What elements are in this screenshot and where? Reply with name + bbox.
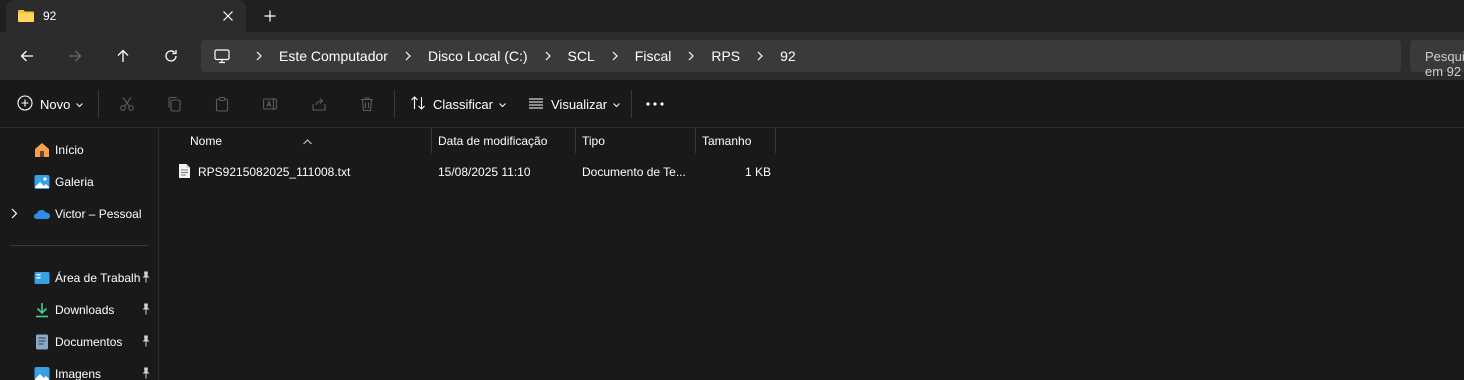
pictures-icon xyxy=(33,365,51,380)
column-header-name[interactable]: Nome xyxy=(160,128,432,153)
navigation-pane: Início Galeria Victor – Pessoal Área de … xyxy=(0,128,159,380)
copy-icon[interactable] xyxy=(166,94,182,114)
search-input[interactable]: Pesquisar em 92 xyxy=(1410,40,1464,79)
divider xyxy=(631,90,632,118)
chevron-right-icon[interactable] xyxy=(677,51,705,61)
sidebar-item-imagens[interactable]: Imagens xyxy=(0,362,158,380)
close-tab-icon[interactable] xyxy=(218,6,238,26)
command-bar: Novo Classificar Visualizar xyxy=(0,80,1464,128)
column-label: Tamanho xyxy=(702,134,752,148)
crumb-fiscal[interactable]: Fiscal xyxy=(629,48,678,64)
column-label: Tipo xyxy=(582,134,605,148)
home-icon xyxy=(33,141,51,159)
file-type: Documento de Te... xyxy=(582,165,686,179)
crumb-rps[interactable]: RPS xyxy=(705,48,746,64)
view-label: Visualizar xyxy=(551,96,608,112)
up-arrow-icon[interactable] xyxy=(111,44,135,68)
chevron-down-icon xyxy=(499,97,506,111)
desktop-icon xyxy=(33,269,51,287)
file-size: 1 KB xyxy=(745,165,772,179)
delete-icon[interactable] xyxy=(359,94,375,114)
sort-button[interactable]: Classificar xyxy=(410,94,506,114)
crumb-scl[interactable]: SCL xyxy=(562,48,601,64)
title-bar: 92 xyxy=(0,0,1464,32)
back-arrow-icon[interactable] xyxy=(15,44,39,68)
search-placeholder: Pesquisar em 92 xyxy=(1425,49,1464,79)
more-options-icon[interactable] xyxy=(646,94,664,114)
share-icon[interactable] xyxy=(311,94,327,114)
column-header-modified[interactable]: Data de modificação xyxy=(432,128,575,153)
address-bar[interactable]: Este Computador Disco Local (C:) SCL Fis… xyxy=(201,40,1401,72)
file-row[interactable]: RPS9215082025_111008.txt 15/08/2025 11:1… xyxy=(174,161,794,183)
paste-icon[interactable] xyxy=(214,94,230,114)
sidebar-item-documentos[interactable]: Documentos xyxy=(0,330,158,354)
new-button[interactable]: Novo xyxy=(17,94,84,114)
column-header-size[interactable]: Tamanho xyxy=(696,128,775,153)
chevron-down-icon xyxy=(613,97,620,111)
tab-title: 92 xyxy=(43,9,57,23)
sidebar-item-onedrive[interactable]: Victor – Pessoal xyxy=(0,202,158,226)
chevron-right-icon[interactable] xyxy=(394,51,422,61)
plus-circle-icon xyxy=(17,94,33,114)
new-label: Novo xyxy=(40,96,71,112)
sort-label: Classificar xyxy=(433,96,493,112)
chevron-right-icon[interactable] xyxy=(601,51,629,61)
sidebar-item-inicio[interactable]: Início xyxy=(0,138,158,162)
pin-icon[interactable] xyxy=(141,335,151,350)
onedrive-icon xyxy=(33,205,51,223)
rename-icon[interactable] xyxy=(262,94,278,114)
address-row: Este Computador Disco Local (C:) SCL Fis… xyxy=(0,32,1464,80)
file-modified: 15/08/2025 11:10 xyxy=(438,165,531,179)
divider xyxy=(98,90,99,118)
sidebar-item-label: Victor – Pessoal xyxy=(55,207,142,221)
cut-icon[interactable] xyxy=(119,94,135,114)
divider xyxy=(394,90,395,118)
pin-icon[interactable] xyxy=(141,303,151,318)
download-icon xyxy=(33,301,51,319)
computer-icon xyxy=(213,47,231,68)
sidebar-item-galeria[interactable]: Galeria xyxy=(0,170,158,194)
text-file-icon xyxy=(178,163,191,182)
chevron-down-icon xyxy=(76,97,84,111)
chevron-right-icon[interactable] xyxy=(245,51,273,61)
column-divider[interactable] xyxy=(775,128,776,153)
new-tab-icon[interactable] xyxy=(258,5,282,27)
sidebar-item-area-de-trabalho[interactable]: Área de Trabalho xyxy=(0,266,158,290)
sort-arrows-icon xyxy=(410,95,426,114)
sidebar-item-label: Imagens xyxy=(55,367,102,380)
crumb-disco-local[interactable]: Disco Local (C:) xyxy=(422,48,534,64)
sidebar-item-label: Galeria xyxy=(55,175,94,189)
sidebar-item-label: Documentos xyxy=(55,335,123,349)
file-list: Nome Data de modificação Tipo Tamanho RP… xyxy=(160,128,1464,380)
view-button[interactable]: Visualizar xyxy=(528,94,620,114)
column-header-type[interactable]: Tipo xyxy=(576,128,695,153)
file-name: RPS9215082025_111008.txt xyxy=(198,165,351,179)
sort-ascending-icon xyxy=(303,134,312,148)
crumb-este-computador[interactable]: Este Computador xyxy=(273,48,394,64)
sidebar-item-label: Downloads xyxy=(55,303,115,317)
sidebar-item-label: Área de Trabalho xyxy=(55,271,141,285)
refresh-icon[interactable] xyxy=(159,44,183,68)
sidebar-item-label: Início xyxy=(55,143,84,157)
chevron-right-icon[interactable] xyxy=(11,208,18,222)
column-label: Data de modificação xyxy=(438,134,548,148)
chevron-right-icon[interactable] xyxy=(534,51,562,61)
tab-92[interactable]: 92 xyxy=(6,0,246,32)
crumb-92[interactable]: 92 xyxy=(774,48,802,64)
gallery-icon xyxy=(33,173,51,191)
column-label: Nome xyxy=(190,134,223,148)
pin-icon[interactable] xyxy=(141,367,151,380)
chevron-right-icon[interactable] xyxy=(746,51,774,61)
list-view-icon xyxy=(528,95,544,114)
sidebar-item-downloads[interactable]: Downloads xyxy=(0,298,158,322)
forward-arrow-icon[interactable] xyxy=(63,44,87,68)
document-icon xyxy=(33,333,51,351)
breadcrumb: Este Computador Disco Local (C:) SCL Fis… xyxy=(245,40,802,72)
pin-icon[interactable] xyxy=(141,271,151,286)
divider xyxy=(10,245,148,246)
folder-icon xyxy=(17,9,35,26)
